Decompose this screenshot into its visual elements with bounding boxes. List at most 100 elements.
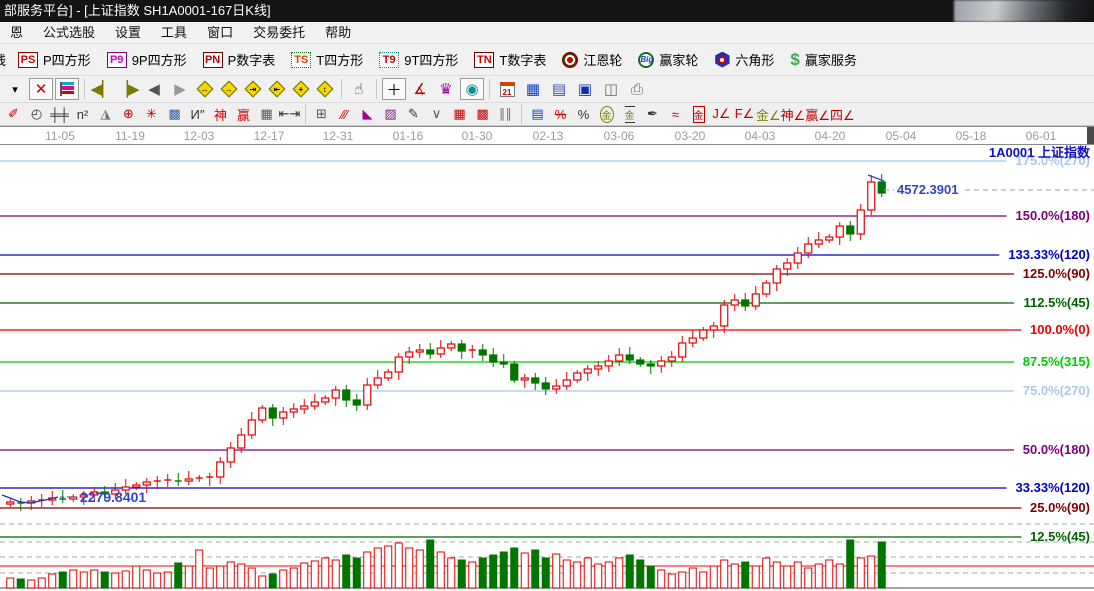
shen-angle-icon[interactable]: 神∠ <box>781 104 806 124</box>
spider-web-icon[interactable]: ▩ <box>163 104 186 124</box>
candle-body <box>731 300 738 305</box>
number-grid-icon[interactable]: ▦ <box>255 104 278 124</box>
axis-date-label: 11-05 <box>45 129 75 143</box>
shen-grid-icon[interactable]: 神 <box>209 104 232 124</box>
ying-grid-icon[interactable]: 赢 <box>232 104 255 124</box>
notepad-icon[interactable]: ▤ <box>547 78 571 100</box>
draw-pen-icon[interactable]: ✐ <box>2 104 25 124</box>
j-angle-icon[interactable]: J∠ <box>710 104 733 124</box>
candle-body <box>700 330 707 338</box>
menu-item-6[interactable]: 帮助 <box>315 22 361 44</box>
menu-item-5[interactable]: 交易委托 <box>243 22 315 44</box>
volume-bar <box>101 572 108 588</box>
toolbar-item-t-square[interactable]: TST四方形 <box>291 50 363 69</box>
fan-lines-icon[interactable]: ∕∕∕ <box>333 104 356 124</box>
prev-bar-icon[interactable]: ◀ <box>142 78 166 100</box>
print-computer-icon[interactable]: ⎙ <box>625 78 649 100</box>
center-diamond-icon[interactable]: + <box>289 78 313 100</box>
expand-right-diamond-icon[interactable]: ⇥ <box>241 78 265 100</box>
gold-lines-icon[interactable]: 金 <box>618 104 641 124</box>
toolbar-item-p-square[interactable]: PSP四方形 <box>18 50 91 69</box>
toolbar-item-p-number-table[interactable]: PNP数字表 <box>203 50 276 69</box>
crosshair-tool-icon[interactable]: ＋ <box>382 78 406 100</box>
compress-x-diamond-icon[interactable]: ↔ <box>193 78 217 100</box>
web-computer-icon[interactable]: ◫ <box>599 78 623 100</box>
menu-item-1[interactable]: 公式选股 <box>33 22 105 44</box>
volume-bar <box>679 572 686 588</box>
volume-bar <box>668 574 675 588</box>
percent-icon[interactable]: % <box>572 104 595 124</box>
trend-pen-icon[interactable]: ✎ <box>402 104 425 124</box>
gold-angle-icon[interactable]: 金∠ <box>756 104 781 124</box>
toolbar-item-winner-wheel[interactable]: Big赢家轮 <box>638 50 698 69</box>
toolbar-item-gann-wheel[interactable]: 江恩轮 <box>562 50 622 69</box>
ying-angle-icon[interactable]: 赢∠ <box>805 104 830 124</box>
toolbar-item-9p-square[interactable]: P99P四方形 <box>107 50 187 69</box>
candle-pen-icon[interactable]: ✒ <box>641 104 664 124</box>
map-tool-icon[interactable]: ◉ <box>460 78 484 100</box>
angle-mirror-icon[interactable]: ◮ <box>94 104 117 124</box>
candle-body <box>542 383 549 389</box>
axis-date-label: 03-20 <box>675 129 706 143</box>
volume-bar <box>521 553 528 588</box>
box-measure-icon[interactable]: ⊞ <box>310 104 333 124</box>
candle-body <box>259 408 266 420</box>
step-right-diamond-icon[interactable]: → <box>217 78 241 100</box>
width-measure-icon[interactable]: ⇤⇥ <box>278 104 301 124</box>
gold-circle-icon[interactable]: 金 <box>595 104 618 124</box>
expand-all-diamond-icon[interactable]: ↕ <box>313 78 337 100</box>
menu-item-3[interactable]: 工具 <box>151 22 197 44</box>
four-angle-icon[interactable]: 四∠ <box>830 104 855 124</box>
volume-bar <box>59 572 66 588</box>
axis-scrollbar-nub[interactable] <box>1087 127 1094 144</box>
shape-tool-icon[interactable]: ♛ <box>434 78 458 100</box>
volume-bar <box>647 566 654 588</box>
hand-tool-icon[interactable]: ☝ <box>347 78 371 100</box>
volume-profile-icon[interactable] <box>55 78 79 100</box>
volume-bar <box>38 578 45 588</box>
chart-type-dropdown-icon[interactable]: ▾ <box>3 78 27 100</box>
chart-area[interactable]: 175.0%(270)150.0%(180)133.33%(120)125.0%… <box>0 145 1094 591</box>
calculator-icon[interactable]: ▦ <box>521 78 545 100</box>
calendar-icon[interactable]: 21 <box>495 78 519 100</box>
gann-clock-icon[interactable]: ◴ <box>25 104 48 124</box>
v-wave-icon[interactable]: ∨ <box>425 104 448 124</box>
save-icon[interactable]: ▣ <box>573 78 597 100</box>
box-fan-icon[interactable]: ▨ <box>379 104 402 124</box>
gann-box-icon[interactable]: ▩ <box>471 104 494 124</box>
comb-scale-icon[interactable]: ╪╪ <box>48 104 71 124</box>
menu-item-4[interactable]: 窗口 <box>197 22 243 44</box>
gold-box-icon[interactable]: 金 <box>687 104 710 124</box>
gann-grid-icon[interactable]: ▦ <box>448 104 471 124</box>
zigzag-icon[interactable]: И″ <box>186 104 209 124</box>
toolbar-item-9t-square[interactable]: T99T四方形 <box>379 50 458 69</box>
candle-body <box>574 373 581 380</box>
toolbar-item-line-tool[interactable]: 线 <box>0 50 6 69</box>
star-web-icon[interactable]: ✳ <box>140 104 163 124</box>
toolbar-item-t-number-table[interactable]: TNT数字表 <box>474 50 546 69</box>
volume-bar <box>301 563 308 588</box>
next-bar-icon[interactable]: ▶ <box>168 78 192 100</box>
parallel-lines-icon[interactable]: ∥∥ <box>494 104 517 124</box>
axis-date-label: 04-03 <box>745 129 776 143</box>
toolbar-item-hexagon[interactable]: 六角形 <box>714 50 774 69</box>
circle-cross-icon[interactable]: ⊕ <box>117 104 140 124</box>
menu-item-2[interactable]: 设置 <box>105 22 151 44</box>
candle-body <box>836 226 843 237</box>
first-bar-icon[interactable]: ◀▏ <box>90 78 114 100</box>
toolbar-item-winner-service[interactable]: $赢家服务 <box>790 50 856 70</box>
wave-box-icon[interactable]: ≈ <box>664 104 687 124</box>
compass-tool-icon[interactable]: ∡ <box>408 78 432 100</box>
percent-strike-icon[interactable]: % <box>549 104 572 124</box>
compress-left-diamond-icon[interactable]: ⇤ <box>265 78 289 100</box>
f-angle-icon[interactable]: F∠ <box>733 104 756 124</box>
n-squared-icon[interactable]: n² <box>71 104 94 124</box>
fan-box-icon[interactable]: ◣ <box>356 104 379 124</box>
gann-line-label: 25.0%(90) <box>1030 500 1090 515</box>
volume-bar <box>574 562 581 588</box>
menu-item-0[interactable]: 恩 <box>0 22 33 44</box>
pattern-tool-icon[interactable]: ✕ <box>29 78 53 100</box>
price-ladder-icon[interactable]: ▤ <box>526 104 549 124</box>
last-bar-icon[interactable]: ▕▶ <box>116 78 140 100</box>
gann-line-label: 50.0%(180) <box>1023 442 1090 457</box>
